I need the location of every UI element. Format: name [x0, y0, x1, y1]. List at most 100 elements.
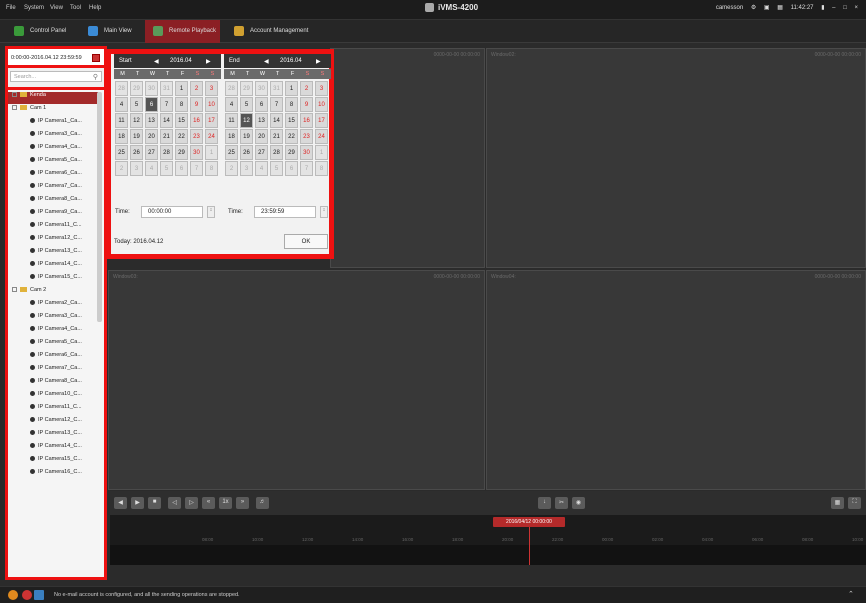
tree-camera-item[interactable]: IP Camera6_Ca...: [30, 170, 82, 182]
calendar-day[interactable]: 12: [240, 113, 253, 128]
calendar-day[interactable]: 27: [255, 145, 268, 160]
calendar-day[interactable]: 27: [145, 145, 158, 160]
tree-camera-item[interactable]: IP Camera11_C...: [30, 222, 82, 234]
tree-camera-item[interactable]: IP Camera12_C...: [30, 417, 82, 429]
calendar-day[interactable]: 22: [285, 129, 298, 144]
tree-camera-item[interactable]: IP Camera15_C...: [30, 274, 82, 286]
calendar-day[interactable]: 1: [285, 81, 298, 96]
calendar-day[interactable]: 9: [300, 97, 313, 112]
calendar-day[interactable]: 22: [175, 129, 188, 144]
lock-screen-icon[interactable]: ▮: [821, 5, 824, 11]
layout-icon[interactable]: ▦: [831, 497, 844, 509]
calendar-day[interactable]: 11: [115, 113, 128, 128]
end-time-field[interactable]: 23:59:59: [254, 206, 316, 218]
tree-camera-item[interactable]: IP Camera12_C...: [30, 235, 82, 247]
tree-camera-item[interactable]: IP Camera15_C...: [30, 456, 82, 468]
calendar-day[interactable]: 14: [270, 113, 283, 128]
tree-camera-item[interactable]: IP Camera2_Ca...: [30, 300, 82, 312]
calendar-day[interactable]: 25: [225, 145, 238, 160]
lock-icon[interactable]: ⚙: [751, 5, 756, 11]
expand-icon[interactable]: ⌃: [848, 590, 858, 600]
calendar-day[interactable]: 30: [145, 81, 158, 96]
calendar-day[interactable]: 30: [300, 145, 313, 160]
calendar-day[interactable]: 1: [205, 145, 218, 160]
tree-camera-item[interactable]: IP Camera1_Ca...: [30, 118, 82, 130]
menu-help[interactable]: Help: [89, 5, 101, 11]
date-range-field[interactable]: 0:00:00-2016.04.12 23:59:59: [8, 49, 104, 68]
calendar-day[interactable]: 15: [175, 113, 188, 128]
calendar-day[interactable]: 3: [205, 81, 218, 96]
calendar-day[interactable]: 7: [160, 97, 173, 112]
speed-up-icon[interactable]: »: [236, 497, 249, 509]
tree-camera-item[interactable]: IP Camera13_C...: [30, 430, 82, 442]
download-icon[interactable]: ↓: [538, 497, 551, 509]
tree-camera-item[interactable]: IP Camera14_C...: [30, 443, 82, 455]
alarm-icon[interactable]: [8, 590, 18, 600]
collapse-icon[interactable]: [12, 105, 17, 111]
calendar-day[interactable]: 15: [285, 113, 298, 128]
play-icon[interactable]: ▶: [131, 497, 144, 509]
tree-camera-item[interactable]: IP Camera5_Ca...: [30, 339, 82, 351]
calendar-day[interactable]: 20: [145, 129, 158, 144]
collapse-icon[interactable]: [12, 287, 17, 293]
calendar-day[interactable]: 12: [130, 113, 143, 128]
tree-camera-item[interactable]: IP Camera16_C...: [30, 469, 82, 481]
calendar-day[interactable]: 7: [300, 161, 313, 176]
tree-camera-item[interactable]: IP Camera13_C...: [30, 248, 82, 260]
calendar-day[interactable]: 7: [270, 97, 283, 112]
calendar-day[interactable]: 21: [270, 129, 283, 144]
end-time-spinner[interactable]: ↕: [320, 206, 328, 218]
grid-icon[interactable]: ▦: [777, 5, 783, 11]
calendar-day[interactable]: 25: [115, 145, 128, 160]
calendar-day[interactable]: 26: [240, 145, 253, 160]
calendar-day[interactable]: 28: [160, 145, 173, 160]
calendar-day[interactable]: 11: [225, 113, 238, 128]
tree-camera-item[interactable]: IP Camera4_Ca...: [30, 144, 82, 156]
calendar-day[interactable]: 5: [130, 97, 143, 112]
calendar-day[interactable]: 23: [300, 129, 313, 144]
menu-tool[interactable]: Tool: [70, 5, 81, 11]
calendar-day[interactable]: 5: [240, 97, 253, 112]
calendar-day[interactable]: 1: [315, 145, 328, 160]
timeline-cursor[interactable]: [529, 527, 530, 565]
calendar-day[interactable]: 16: [190, 113, 203, 128]
calendar-day[interactable]: 10: [205, 97, 218, 112]
start-time-field[interactable]: 00:00:00: [141, 206, 203, 218]
tree-camera-item[interactable]: IP Camera6_Ca...: [30, 352, 82, 364]
calendar-day[interactable]: 10: [315, 97, 328, 112]
calendar-day[interactable]: 18: [115, 129, 128, 144]
calendar-day[interactable]: 31: [160, 81, 173, 96]
video-window-3[interactable]: Window03: 0000-00-00 00:00:00: [108, 270, 485, 490]
calendar-day[interactable]: 8: [205, 161, 218, 176]
tree-camera-item[interactable]: IP Camera4_Ca...: [30, 326, 82, 338]
calendar-icon[interactable]: [92, 54, 100, 62]
calendar-day[interactable]: 8: [175, 97, 188, 112]
menu-file[interactable]: File: [6, 5, 16, 11]
calendar-day[interactable]: 6: [145, 97, 158, 112]
calendar-day[interactable]: 2: [190, 81, 203, 96]
calendar-day[interactable]: 16: [300, 113, 313, 128]
fullscreen-icon[interactable]: ⛶: [848, 497, 861, 509]
log-icon[interactable]: [34, 590, 44, 600]
screen-icon[interactable]: ▣: [764, 5, 770, 11]
timeline[interactable]: 2016/04/12 00:00:00 08:00 10:00 12:00 14:00…: [110, 515, 866, 565]
next-month-icon[interactable]: ▶: [206, 58, 211, 65]
calendar-day[interactable]: 28: [270, 145, 283, 160]
calendar-day[interactable]: 17: [205, 113, 218, 128]
calendar-day[interactable]: 1: [175, 81, 188, 96]
video-window-2[interactable]: Window02: 0000-00-00 00:00:00: [486, 48, 866, 268]
tree-camera-item[interactable]: IP Camera14_C...: [30, 261, 82, 273]
tree-group[interactable]: Cam 2: [12, 287, 46, 299]
calendar-day[interactable]: 5: [160, 161, 173, 176]
close-icon[interactable]: ×: [854, 5, 858, 11]
calendar-day[interactable]: 17: [315, 113, 328, 128]
prev-month-icon[interactable]: ◀: [264, 58, 269, 65]
calendar-day[interactable]: 14: [160, 113, 173, 128]
calendar-day[interactable]: 4: [115, 97, 128, 112]
tree-scrollbar[interactable]: [97, 92, 102, 322]
calendar-day[interactable]: 8: [315, 161, 328, 176]
calendar-day[interactable]: 26: [130, 145, 143, 160]
tree-camera-item[interactable]: IP Camera7_Ca...: [30, 365, 82, 377]
clip-icon[interactable]: ✂: [555, 497, 568, 509]
tab-account-management[interactable]: Account Management: [226, 20, 321, 43]
